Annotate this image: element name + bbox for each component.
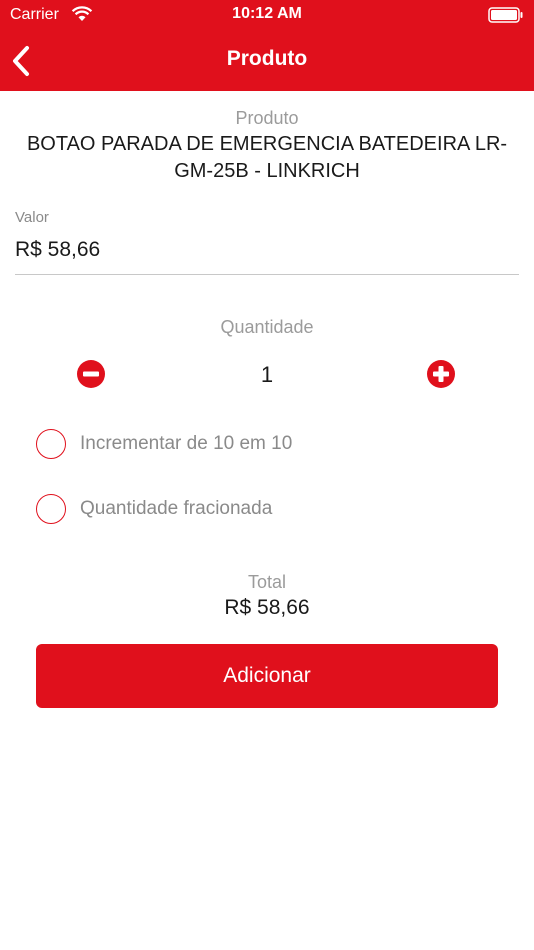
quantity-label: Quantidade bbox=[220, 317, 314, 337]
total-label: Total bbox=[247, 572, 287, 592]
product-name: BOTAO PARADA DE EMERGENCIA BATEDEIRA LR-… bbox=[26, 133, 508, 182]
option-label: Incrementar de 10 em 10 bbox=[80, 433, 293, 454]
app-header: Carrier 10:12 AM Produto bbox=[0, 0, 534, 91]
battery-icon bbox=[488, 7, 523, 23]
total-value: R$ 58,66 bbox=[224, 596, 310, 619]
option-increment-10[interactable]: Incrementar de 10 em 10 bbox=[36, 428, 496, 460]
valor-label: Valor bbox=[15, 209, 49, 226]
radio-icon[interactable] bbox=[36, 429, 66, 459]
plus-icon[interactable] bbox=[426, 359, 456, 389]
option-fractional-quantity[interactable]: Quantidade fracionada bbox=[36, 493, 496, 525]
clock: 10:12 AM bbox=[232, 5, 302, 22]
option-label: Quantidade fracionada bbox=[80, 498, 273, 519]
product-label: Produto bbox=[235, 108, 299, 128]
valor-input[interactable] bbox=[15, 233, 519, 275]
add-button[interactable]: Adicionar bbox=[36, 644, 498, 708]
status-bar: Carrier 10:12 AM bbox=[0, 0, 534, 30]
page-title: Produto bbox=[226, 47, 308, 70]
radio-icon[interactable] bbox=[36, 494, 66, 524]
